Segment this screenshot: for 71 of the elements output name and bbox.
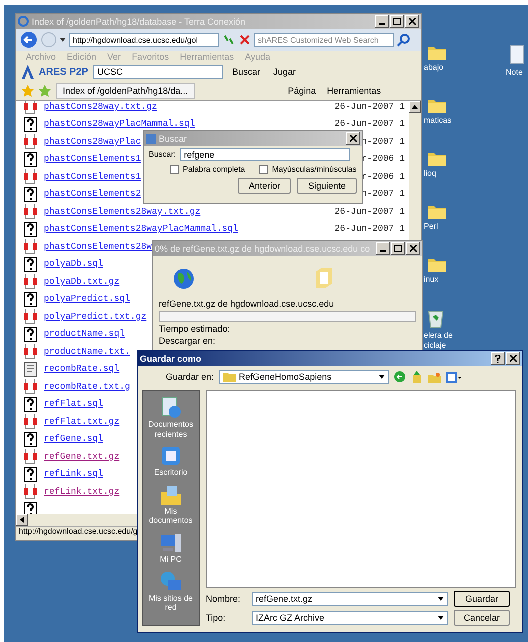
file-link[interactable]: recombRate.txt.g — [44, 382, 130, 392]
download-info-label: Tiempo estimado: — [158, 323, 232, 335]
desktop-icon-label[interactable]: maticas — [424, 116, 452, 126]
file-link[interactable]: phastConsElements1 — [44, 172, 142, 182]
command-button[interactable]: Página — [285, 86, 320, 96]
toolbar-search-field[interactable]: UCSC — [93, 65, 224, 79]
file-link[interactable]: phastConsElements2 — [44, 189, 142, 200]
file-link[interactable]: polyaPredict.sql — [44, 294, 130, 304]
file-link[interactable]: refLink.txt.gz — [44, 486, 120, 497]
file-link[interactable]: refLink.sql — [44, 469, 104, 480]
file-name-field[interactable]: refGene.txt.gz — [252, 592, 448, 606]
file-link[interactable]: phastCons28wayPlacMammal.sql — [44, 119, 196, 130]
file-link[interactable]: phastConsElements28way.txt.gz — [44, 206, 201, 217]
checkbox-label[interactable]: Mayúsculas/minúsculas — [272, 165, 357, 174]
location-dropdown[interactable]: RefGeneHomoSapiens — [219, 370, 390, 384]
date-cell: n-2007 1 — [362, 189, 405, 200]
file-link[interactable]: refFlat.sql — [44, 399, 104, 410]
save-button[interactable]: Guardar — [454, 591, 510, 607]
file-link[interactable]: refGene.sql — [44, 434, 104, 444]
desktop-icon-label[interactable]: inux — [424, 275, 439, 285]
browser-tab[interactable]: Index of /goldenPath/hg18/da... — [56, 82, 196, 98]
field-label: Nombre: — [206, 594, 242, 604]
download-info-label: Descargar en: — [158, 335, 217, 347]
toolbar-brand[interactable]: ARES P2P — [39, 66, 88, 78]
command-button[interactable]: Herramientas — [324, 86, 384, 96]
dialog-title: Guardar como — [140, 354, 203, 364]
file-link[interactable]: polyaDb.txt.gz — [44, 276, 120, 287]
place-item[interactable]: Escritorio — [154, 445, 188, 478]
file-link[interactable]: phastCons28way.txt.gz — [44, 102, 158, 112]
date-cell: r-2006 1 — [362, 154, 405, 164]
field-label: Buscar: — [149, 150, 176, 159]
desktop-icon-label[interactable]: Perl — [424, 222, 438, 232]
file-link[interactable]: productName.txt. — [44, 346, 130, 357]
checkbox-label[interactable]: Palabra completa — [183, 165, 246, 174]
date-cell: 26-Jun-2007 1 — [334, 102, 405, 112]
date-cell: 26-Jun-2007 1 — [334, 119, 405, 130]
dialog-button[interactable]: Anterior — [238, 178, 292, 194]
file-link[interactable]: phastCons28wayPlac — [44, 136, 142, 147]
place-item[interactable]: Mis sitios de red — [143, 570, 199, 613]
place-item[interactable]: Documentos recientes — [143, 397, 199, 440]
window-title: Index of /goldenPath/hg18/database - Terra Conexión — [32, 16, 246, 26]
file-link[interactable]: refFlat.txt.gz — [44, 416, 120, 427]
desktop-icon-label[interactable]: Note — [506, 68, 523, 78]
desktop-icon-label[interactable]: abajo — [424, 63, 444, 73]
dialog-title: Buscar — [159, 134, 188, 144]
file-link[interactable]: polyaDb.sql — [44, 259, 104, 270]
file-link[interactable]: recombRate.sql — [44, 364, 120, 374]
cancel-button[interactable]: Cancelar — [454, 610, 510, 626]
address-field[interactable]: http://hgdownload.cse.ucsc.edu/gol — [69, 33, 219, 47]
toolbar-button[interactable]: Jugar — [269, 67, 300, 77]
date-cell: r-2006 1 — [362, 172, 405, 182]
file-link[interactable]: polyaPredict.txt.gz — [44, 312, 147, 322]
date-cell: 26-Jun-2007 1 — [334, 224, 405, 234]
search-field[interactable]: shARES Customized Web Search — [254, 33, 394, 47]
desktop-icon-label[interactable]: lioq — [424, 169, 436, 179]
download-source: refGene.txt.gz de hgdownload.cse.ucsc.edu — [158, 298, 336, 310]
file-link[interactable]: phastConsElements28w — [44, 242, 152, 252]
field-label: Guardar en: — [166, 372, 214, 382]
dialog-button[interactable]: Siguiente — [297, 178, 357, 194]
file-type-dropdown[interactable]: IZArc GZ Archive — [252, 611, 448, 625]
file-link[interactable]: refGene.txt.gz — [44, 452, 120, 462]
file-link[interactable]: phastConsElements28wayPlacMammal.sql — [44, 224, 238, 234]
date-cell: 26-Jun-2007 1 — [334, 206, 405, 217]
file-link[interactable]: phastConsElements1 — [44, 154, 142, 164]
toolbar-button[interactable]: Buscar — [228, 67, 264, 77]
date-cell: n-2007 1 — [362, 136, 405, 147]
field-label: Tipo: — [206, 613, 227, 623]
find-field[interactable]: refgene — [180, 148, 350, 161]
file-link[interactable]: productName.sql — [44, 329, 126, 340]
place-item[interactable]: Mis documentos — [143, 484, 199, 526]
desktop-icon-label[interactable]: elera de ciclaje — [424, 331, 464, 350]
